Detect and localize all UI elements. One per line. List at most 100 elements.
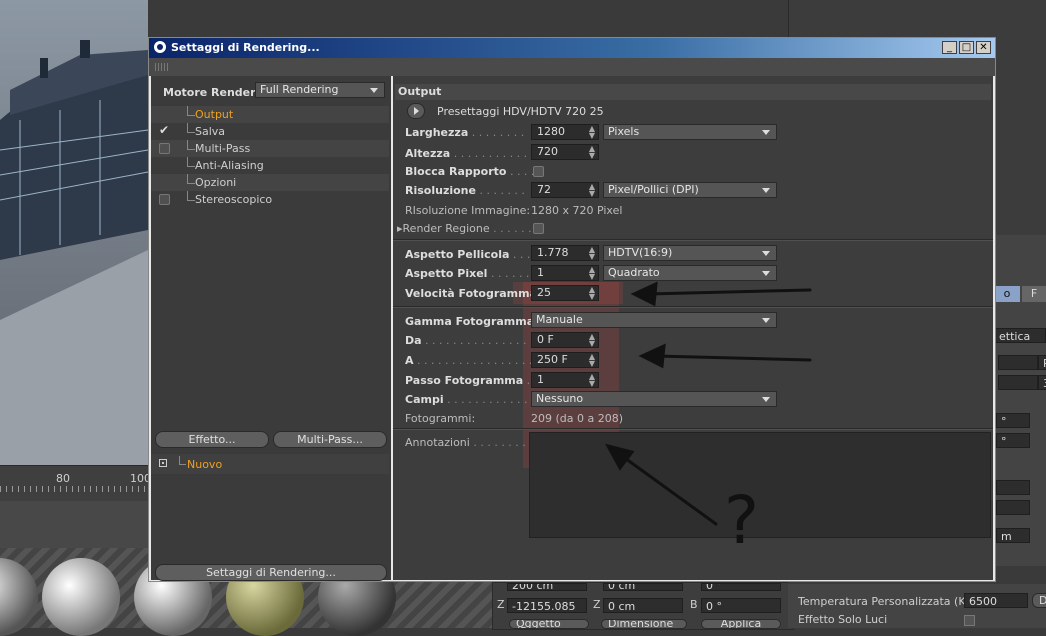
minimize-button[interactable]: _ xyxy=(942,41,957,54)
play-arrow-icon[interactable] xyxy=(407,103,425,119)
chevron-down-icon xyxy=(762,271,770,276)
larghezza-unit-dropdown[interactable]: Pixels xyxy=(603,124,777,140)
tree-item-label: Opzioni xyxy=(195,176,237,189)
attr-field[interactable]: ° xyxy=(996,413,1030,428)
chevron-down-icon xyxy=(762,251,770,256)
coord-axis-label: Z xyxy=(497,598,505,611)
coord-field-z-pos[interactable]: -12155.085 cr xyxy=(507,598,587,628)
render-setting-item-nuovo[interactable]: Nuovo xyxy=(151,454,389,474)
attr-field[interactable]: ettica xyxy=(994,328,1046,343)
coord-field-top[interactable]: 0 ° xyxy=(701,583,781,591)
attr-field[interactable]: m xyxy=(996,528,1030,543)
material-sphere[interactable] xyxy=(42,558,120,636)
tree-item-stereoscopico[interactable]: Stereoscopico xyxy=(151,191,389,208)
drag-grip-icon[interactable] xyxy=(155,63,169,71)
section-divider xyxy=(393,428,993,430)
dialog-title: Settaggi di Rendering... xyxy=(171,41,320,54)
velocita-fotogramma-field[interactable]: 25 ▲ ▼ xyxy=(531,285,599,301)
attr-field[interactable] xyxy=(996,480,1030,495)
timeline-ruler[interactable]: 80 100 xyxy=(0,465,151,502)
tree-item-label: Multi-Pass xyxy=(195,142,251,155)
tree-item-label: Anti-Aliasing xyxy=(195,159,264,172)
tree-line xyxy=(187,157,195,167)
risoluzione-field[interactable]: 72 ▲ ▼ xyxy=(531,182,599,198)
checkbox[interactable] xyxy=(159,143,170,154)
a-field[interactable]: 250 F ▲ ▼ xyxy=(531,352,599,368)
campi-label: Campi . . . . . . . . . . . . . . . xyxy=(405,393,549,406)
spinner-icon[interactable]: ▲ ▼ xyxy=(589,183,595,198)
aspetto-pixel-field[interactable]: 1 ▲ ▼ xyxy=(531,265,599,281)
output-section-header: Output xyxy=(395,84,991,100)
ruler-label: 80 xyxy=(56,472,70,485)
render-regione-checkbox[interactable] xyxy=(533,223,544,234)
spinner-icon[interactable]: ▲ ▼ xyxy=(589,333,595,348)
tree-line xyxy=(187,174,195,184)
tree-item-label: Salva xyxy=(195,125,226,138)
passo-fotogramma-field[interactable]: 1 ▲ ▼ xyxy=(531,372,599,388)
chevron-down-icon xyxy=(762,318,770,323)
attr-field[interactable]: ° xyxy=(996,433,1030,448)
temperature-label: Temperatura Personalizzata (K) xyxy=(798,595,970,608)
dialog-titlebar[interactable]: Settaggi di Rendering... _ □ ✕ xyxy=(149,38,995,58)
attr-tab[interactable]: F xyxy=(1022,286,1046,302)
motore-render-dropdown[interactable]: Full Rendering xyxy=(255,82,385,98)
3d-viewport[interactable] xyxy=(0,0,148,465)
tree-item-multipass[interactable]: Multi-Pass xyxy=(151,140,389,157)
maximize-button[interactable]: □ xyxy=(959,41,974,54)
coord-field-z-size[interactable]: 0 cm xyxy=(603,598,683,613)
temperature-extra[interactable]: D xyxy=(1032,593,1046,608)
chevron-down-icon xyxy=(762,188,770,193)
tree-line xyxy=(187,140,195,150)
risoluzione-unit-dropdown[interactable]: Pixel/Pollici (DPI) xyxy=(603,182,777,198)
render-regione-label: ▸Render Regione . . . . . . xyxy=(397,222,532,235)
effetto-luci-checkbox[interactable] xyxy=(964,615,975,626)
chevron-down-icon xyxy=(762,130,770,135)
tree-item-output[interactable]: Output xyxy=(151,106,389,123)
blocca-rapporto-checkbox[interactable] xyxy=(533,166,544,177)
attr-field[interactable]: Pe xyxy=(1038,355,1046,370)
spinner-icon[interactable]: ▲ ▼ xyxy=(589,286,595,301)
checkmark-icon[interactable]: ✔ xyxy=(159,122,169,137)
aspetto-pixel-dropdown[interactable]: Quadrato xyxy=(603,265,777,281)
question-mark: ? xyxy=(724,482,760,559)
tree-item-opzioni[interactable]: Opzioni xyxy=(151,174,389,191)
attr-field[interactable] xyxy=(998,355,1038,370)
fotogrammi-value: 209 (da 0 a 208) xyxy=(531,412,624,425)
effetto-button[interactable]: Effetto... xyxy=(155,431,269,448)
spinner-icon[interactable]: ▲ ▼ xyxy=(589,373,595,388)
aspetto-pellicola-dropdown[interactable]: HDTV(16:9) xyxy=(603,245,777,261)
render-settings-dialog[interactable]: Settaggi di Rendering... _ □ ✕ Motore Re… xyxy=(148,37,996,582)
annotazioni-textarea[interactable] xyxy=(529,432,991,538)
attr-field[interactable] xyxy=(998,375,1038,390)
larghezza-field[interactable]: 1280 ▲ ▼ xyxy=(531,124,599,140)
campi-dropdown[interactable]: Nessuno xyxy=(531,391,777,407)
multipass-button[interactable]: Multi-Pass... xyxy=(273,431,387,448)
spinner-icon[interactable]: ▲ ▼ xyxy=(589,145,595,160)
coord-field-top[interactable]: 200 cm xyxy=(507,583,587,591)
motore-render-label: Motore Render xyxy=(163,86,256,99)
close-button[interactable]: ✕ xyxy=(976,41,991,54)
effetto-luci-label: Effetto Solo Luci xyxy=(798,613,888,626)
tree-item-salva[interactable]: ✔ Salva xyxy=(151,123,389,140)
spinner-icon[interactable]: ▲ ▼ xyxy=(589,246,595,261)
settaggi-rendering-button[interactable]: Settaggi di Rendering... xyxy=(155,564,387,581)
altezza-field[interactable]: 720 ▲ ▼ xyxy=(531,144,599,160)
tree-item-label: Stereoscopico xyxy=(195,193,273,206)
da-field[interactable]: 0 F ▲ ▼ xyxy=(531,332,599,348)
settings-tree: Output ✔ Salva Multi-Pass Anti-Aliasing … xyxy=(151,106,389,208)
gamma-fotogramma-dropdown[interactable]: Manuale xyxy=(531,312,777,328)
coord-field-b-rot[interactable]: 0 ° xyxy=(701,598,781,613)
spinner-icon[interactable]: ▲ ▼ xyxy=(589,353,595,368)
attr-tab[interactable]: o xyxy=(994,286,1020,302)
tree-item-antialiasing[interactable]: Anti-Aliasing xyxy=(151,157,389,174)
coord-field-top[interactable]: 0 cm xyxy=(603,583,683,591)
attr-field[interactable]: 39 xyxy=(1038,375,1046,390)
chevron-down-icon xyxy=(370,88,378,93)
aspetto-pellicola-field[interactable]: 1.778 ▲ ▼ xyxy=(531,245,599,261)
spinner-icon[interactable]: ▲ ▼ xyxy=(589,266,595,281)
temperature-field[interactable]: 6500 xyxy=(964,593,1028,608)
checkbox[interactable] xyxy=(159,194,170,205)
spinner-icon[interactable]: ▲ ▼ xyxy=(589,125,595,140)
attr-field[interactable] xyxy=(996,500,1030,515)
tree-line xyxy=(179,456,186,465)
